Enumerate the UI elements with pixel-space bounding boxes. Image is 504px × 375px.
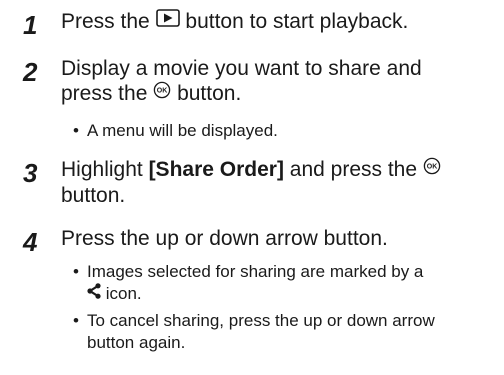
step-text: Display a movie you want to share and pr…	[61, 56, 501, 107]
step-text-mid: and press the	[289, 158, 418, 181]
bullet-line-2-text: icon.	[105, 284, 142, 303]
ok-icon: OK	[423, 156, 441, 181]
step-text-after: button to start playback.	[185, 10, 409, 33]
share-order-label: [Share Order]	[148, 158, 284, 181]
step-text-before: Press the	[61, 10, 150, 33]
step-number: 3	[23, 158, 38, 188]
bullet-text-block: To cancel sharing, press the up or down …	[87, 310, 501, 354]
step-text: Press the button to start playback.	[61, 9, 501, 35]
bullet-dot: •	[73, 121, 79, 140]
bullet-line-2: icon.	[87, 282, 501, 306]
svg-text:OK: OK	[157, 88, 168, 95]
bullet-line-2: button again.	[87, 333, 186, 352]
step-number: 2	[23, 57, 38, 87]
step-line-2: button.	[61, 183, 126, 207]
step-number: 4	[23, 227, 38, 257]
bullet-dot: •	[73, 311, 79, 330]
share-icon	[87, 282, 101, 305]
bullet-line-1: To cancel sharing, press the up or down …	[87, 311, 435, 330]
bullet-dot: •	[73, 262, 79, 281]
step-text-before: press the	[61, 82, 148, 105]
play-icon	[155, 8, 180, 33]
bullet-line-1: Images selected for sharing are marked b…	[87, 262, 424, 281]
step-text-after: button.	[177, 82, 242, 105]
svg-text:OK: OK	[427, 164, 438, 171]
step-line-1: Highlight [Share Order] and press the OK	[61, 157, 501, 183]
bullet-text: A menu will be displayed.	[87, 121, 278, 140]
bullet-text-block: Images selected for sharing are marked b…	[87, 261, 501, 306]
step-line-2: press the OK button.	[61, 81, 501, 107]
step-text-before: Highlight	[61, 158, 143, 181]
step-number: 1	[23, 10, 38, 40]
step-text: Highlight [Share Order] and press the OK…	[61, 157, 501, 208]
step-line-1: Display a movie you want to share and	[61, 57, 422, 80]
ok-icon: OK	[153, 80, 171, 105]
step-text: Press the up or down arrow button.	[61, 227, 388, 250]
